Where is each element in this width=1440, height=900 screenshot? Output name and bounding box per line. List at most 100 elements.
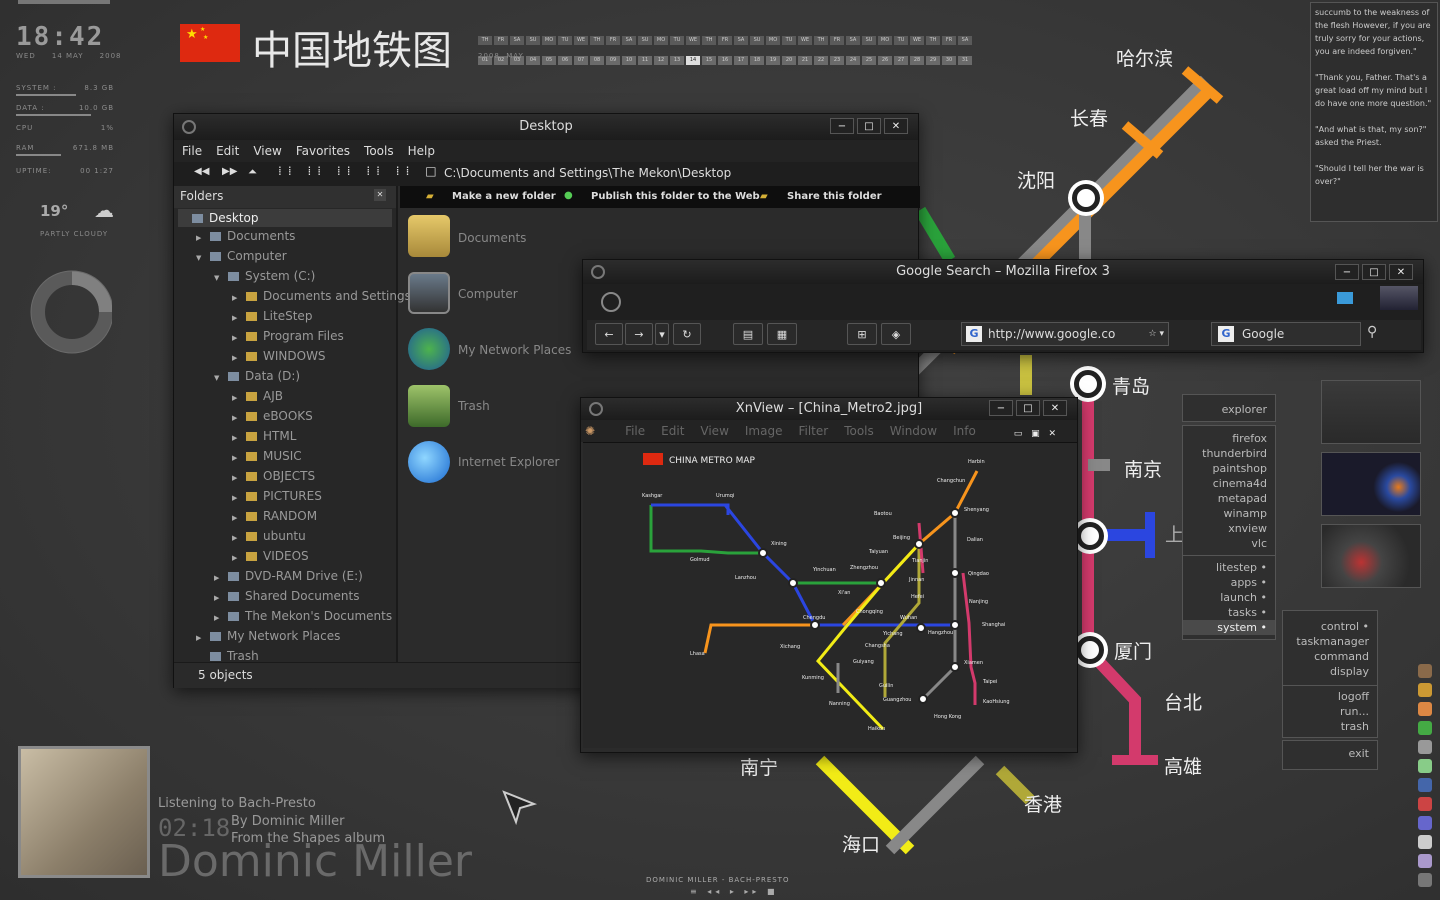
thumbnail-3[interactable] bbox=[1321, 524, 1421, 588]
calendar-date[interactable]: 15 bbox=[702, 56, 716, 65]
window-menu-icon[interactable] bbox=[589, 402, 603, 416]
xn-menu-file[interactable]: File bbox=[625, 424, 645, 438]
tree-item[interactable]: ▶ Program Files bbox=[178, 327, 392, 347]
minimize-button[interactable]: − bbox=[989, 400, 1013, 416]
tray-app-icon[interactable] bbox=[1418, 816, 1432, 830]
calendar-date[interactable]: 30 bbox=[942, 56, 956, 65]
tree-item[interactable]: ▶ ubuntu bbox=[178, 527, 392, 547]
tree-item[interactable]: ▶ MUSIC bbox=[178, 447, 392, 467]
calendar-date[interactable]: 31 bbox=[958, 56, 972, 65]
maximize-button[interactable]: □ bbox=[857, 118, 881, 134]
launcher-item[interactable]: tasks • bbox=[1183, 605, 1275, 620]
calendar-date[interactable]: 13 bbox=[670, 56, 684, 65]
tray-app-icon[interactable] bbox=[1418, 721, 1432, 735]
calendar-date[interactable]: 20 bbox=[782, 56, 796, 65]
search-input[interactable]: G Google bbox=[1211, 322, 1361, 346]
view-icons[interactable]: ⁞⁞ ⁞⁞ ⁞⁞ ⁞⁞ ⁞⁞ □ bbox=[278, 164, 443, 178]
expand-open-icon[interactable]: ▼ bbox=[214, 369, 228, 387]
tray-app-icon[interactable] bbox=[1418, 835, 1432, 849]
internet-explorer-icon[interactable] bbox=[408, 441, 450, 483]
expand-icon[interactable]: ▶ bbox=[232, 389, 246, 407]
menu-help[interactable]: Help bbox=[408, 144, 435, 158]
launcher-item[interactable]: thunderbird bbox=[1183, 446, 1275, 461]
launcher-item[interactable]: control • bbox=[1283, 619, 1377, 634]
launcher-item[interactable]: taskmanager bbox=[1283, 634, 1377, 649]
launcher-item[interactable]: command bbox=[1283, 649, 1377, 664]
network-places-icon[interactable] bbox=[408, 328, 450, 370]
launcher-item[interactable]: xnview bbox=[1183, 521, 1275, 536]
launcher-item[interactable]: launch • bbox=[1183, 590, 1275, 605]
tree-item[interactable]: ▶ HTML bbox=[178, 427, 392, 447]
calendar-date[interactable]: 04 bbox=[526, 56, 540, 65]
expand-icon[interactable]: ▶ bbox=[232, 349, 246, 367]
search-icon[interactable]: ⚲ bbox=[1367, 324, 1377, 340]
tree-item[interactable]: ▶ LiteStep bbox=[178, 307, 392, 327]
calendar-date[interactable]: 19 bbox=[766, 56, 780, 65]
back-icon[interactable]: ◀◀ bbox=[194, 166, 209, 177]
task-new-folder[interactable]: Make a new folder bbox=[452, 191, 556, 202]
tree-item[interactable]: ▶ My Network Places bbox=[178, 627, 392, 647]
xn-menu-tools[interactable]: Tools bbox=[844, 424, 874, 438]
forward-icon[interactable]: ▶▶ bbox=[222, 166, 237, 177]
menu-tools[interactable]: Tools bbox=[364, 144, 394, 158]
calendar-date[interactable]: 17 bbox=[734, 56, 748, 65]
tree-item[interactable]: ▶ The Mekon's Documents bbox=[178, 607, 392, 627]
calendar-date[interactable]: 22 bbox=[814, 56, 828, 65]
launcher-item[interactable]: apps • bbox=[1183, 575, 1275, 590]
avatar[interactable] bbox=[1380, 286, 1418, 310]
item-documents[interactable]: Documents bbox=[458, 231, 526, 245]
bookmark-button[interactable]: ◈ bbox=[881, 323, 911, 345]
tray-app-icon[interactable] bbox=[1418, 854, 1432, 868]
calendar-date[interactable]: 10 bbox=[622, 56, 636, 65]
launcher-item[interactable]: litestep • bbox=[1183, 560, 1275, 575]
tray-app-icon[interactable] bbox=[1418, 664, 1432, 678]
thumbnail-1[interactable] bbox=[1321, 380, 1421, 444]
tray-app-icon[interactable] bbox=[1418, 740, 1432, 754]
documents-folder-icon[interactable] bbox=[408, 215, 450, 257]
expand-icon[interactable]: ▶ bbox=[232, 429, 246, 447]
window-menu-icon[interactable] bbox=[182, 120, 196, 134]
tree-item[interactable]: ▶ PICTURES bbox=[178, 487, 392, 507]
launcher-item[interactable]: system • bbox=[1183, 620, 1275, 635]
calendar-date[interactable]: 09 bbox=[606, 56, 620, 65]
menu-view[interactable]: View bbox=[253, 144, 281, 158]
tray-app-icon[interactable] bbox=[1418, 873, 1432, 887]
minimize-button[interactable]: − bbox=[830, 118, 854, 134]
xn-menu-filter[interactable]: Filter bbox=[798, 424, 828, 438]
xnview-titlebar[interactable]: XnView – [China_Metro2.jpg] − □ ✕ bbox=[581, 398, 1077, 420]
item-computer[interactable]: Computer bbox=[458, 287, 518, 301]
maximize-button[interactable]: □ bbox=[1362, 264, 1386, 280]
expand-open-icon[interactable]: ▼ bbox=[214, 269, 228, 287]
item-internet-explorer[interactable]: Internet Explorer bbox=[458, 455, 559, 469]
explorer-titlebar[interactable]: Desktop − □ ✕ bbox=[174, 114, 918, 140]
expand-icon[interactable]: ▶ bbox=[196, 629, 210, 647]
tray-app-icon[interactable] bbox=[1418, 778, 1432, 792]
tree-item[interactable]: ▶ eBOOKS bbox=[178, 407, 392, 427]
page-button[interactable]: ▦ bbox=[767, 323, 797, 345]
xn-menu-edit[interactable]: Edit bbox=[661, 424, 684, 438]
url-bar[interactable]: Ghttp://www.google.co ☆ ▾ bbox=[961, 322, 1169, 346]
media-icon[interactable] bbox=[1337, 292, 1353, 304]
expand-icon[interactable]: ▶ bbox=[232, 529, 246, 547]
print-button[interactable]: ▤ bbox=[733, 323, 763, 345]
launcher-item[interactable]: vlc bbox=[1183, 536, 1275, 551]
launcher-item[interactable]: display bbox=[1283, 664, 1377, 679]
back-button[interactable]: ← bbox=[595, 323, 623, 345]
expand-icon[interactable]: ▶ bbox=[214, 609, 228, 627]
xn-menu-window[interactable]: Window bbox=[890, 424, 937, 438]
expand-icon[interactable]: ▶ bbox=[232, 549, 246, 567]
calendar-date[interactable]: 18 bbox=[750, 56, 764, 65]
url-dropdown-icon[interactable]: ☆ ▾ bbox=[1149, 323, 1164, 345]
launcher-item[interactable]: run... bbox=[1283, 704, 1377, 719]
launcher-explorer[interactable]: explorer bbox=[1182, 394, 1276, 422]
menu-edit[interactable]: Edit bbox=[216, 144, 239, 158]
menu-favorites[interactable]: Favorites bbox=[296, 144, 350, 158]
tree-item[interactable]: ▶ Documents and Settings bbox=[178, 287, 411, 307]
launcher-item[interactable]: winamp bbox=[1183, 506, 1275, 521]
tree-item[interactable]: ▶ RANDOM bbox=[178, 507, 392, 527]
address-bar[interactable]: C:\Documents and Settings\The Mekon\Desk… bbox=[444, 166, 731, 180]
expand-icon[interactable]: ▶ bbox=[214, 589, 228, 607]
tree-item[interactable]: ▶ DVD-RAM Drive (E:) bbox=[178, 567, 392, 587]
tree-item[interactable]: ▼ Data (D:) bbox=[178, 367, 392, 387]
calendar-date[interactable]: 21 bbox=[798, 56, 812, 65]
